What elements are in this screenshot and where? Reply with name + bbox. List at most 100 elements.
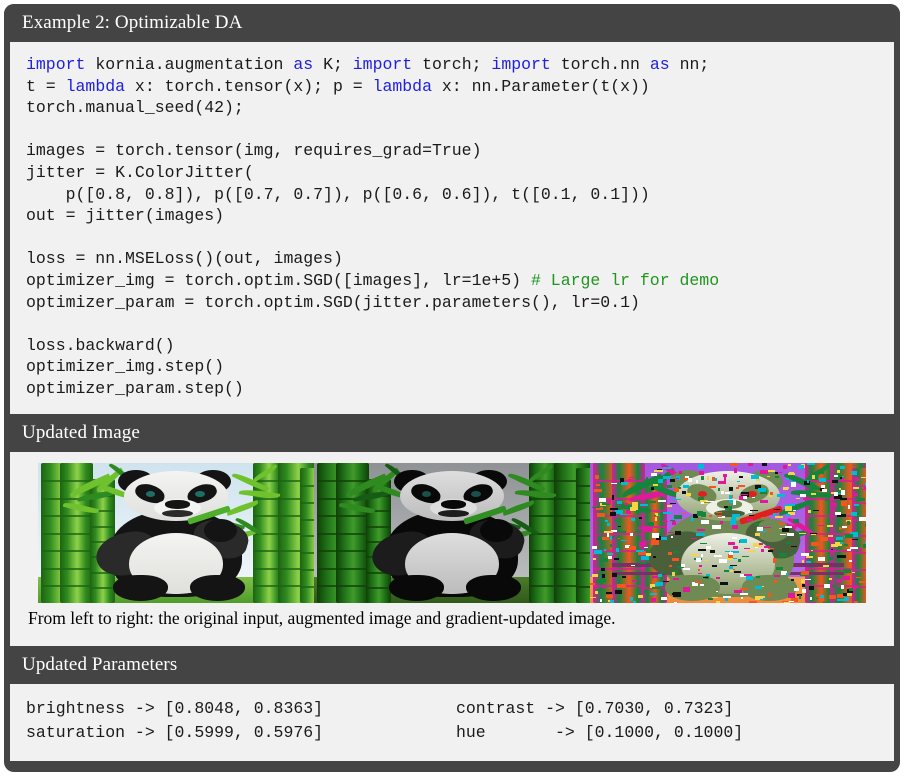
code-text: out = jitter(images) (26, 206, 225, 226)
code-text: x: nn.Parameter(t(x)) (432, 76, 650, 96)
bamboo-node (612, 550, 646, 552)
code-text: loss = nn.MSELoss()(out, images) (26, 249, 343, 269)
panda-paw-right (755, 518, 789, 543)
bamboo-node (90, 525, 116, 528)
params-panel: brightness -> [0.8048, 0.8363] saturation… (10, 683, 894, 761)
bamboo-node (60, 532, 94, 535)
code-text: nn; (669, 55, 710, 74)
panda-scene-augmented (314, 462, 590, 603)
bamboo-node (852, 484, 866, 487)
panda-paw-right (479, 518, 513, 543)
code-keyword: as (649, 55, 670, 74)
bamboo-node (576, 568, 590, 571)
code-text: x: torch.tensor(x); p = (125, 76, 373, 96)
params-column-left: brightness -> [0.8048, 0.8363] saturation… (26, 697, 456, 745)
panda-mouth (162, 510, 193, 518)
bamboo-node (852, 552, 866, 555)
panda-mouth (714, 510, 745, 518)
section-header-updated-parameters: Updated Parameters (4, 645, 900, 684)
bamboo-node (60, 585, 94, 587)
bamboo-node (336, 567, 370, 570)
code-panel: import kornia.augmentation as K; import … (10, 42, 894, 414)
panda-leg-right (189, 574, 245, 602)
bamboo-node (576, 535, 590, 538)
panda-paw-right (203, 518, 237, 543)
code-text: K; (313, 55, 353, 74)
code-text: torch.nn (550, 55, 650, 74)
bamboo-node (612, 532, 646, 535)
code-text: optimizer_param.step() (26, 378, 244, 398)
bamboo-node (642, 525, 668, 528)
section-header-example: Example 2: Optimizable DA (4, 4, 900, 42)
image-panel: From left to right: the original input, … (10, 451, 894, 646)
bamboo-node (576, 552, 590, 555)
bamboo-node (366, 525, 392, 528)
bamboo-node (300, 552, 314, 555)
bamboo-node (300, 518, 314, 521)
code-text: loss.backward() (26, 335, 175, 355)
code-text: torch; (412, 55, 492, 74)
bamboo-node (336, 585, 370, 587)
param-row-left: brightness -> [0.8048, 0.8363] (26, 698, 324, 718)
code-keyword: import (352, 55, 413, 74)
panda-nose (164, 500, 190, 509)
bamboo-node (300, 535, 314, 538)
code-block: import kornia.augmentation as K; import … (10, 54, 894, 400)
param-row-right: contrast -> [0.7030, 0.7323] (456, 698, 734, 718)
bamboo-stalk (852, 468, 866, 603)
bamboo-node (300, 501, 314, 504)
bamboo-node (60, 567, 94, 570)
code-keyword: import (491, 55, 551, 74)
param-row-right: hue -> [0.1000, 0.1000] (456, 722, 744, 742)
panda-eye-right (195, 490, 205, 497)
bamboo-node (60, 550, 94, 552)
bamboo-node (576, 484, 590, 487)
code-text: jitter = K.ColorJitter( (26, 162, 254, 182)
bamboo-node (852, 585, 866, 588)
code-keyword: lambda (65, 76, 126, 96)
thumbnail-augmented-image (314, 462, 590, 603)
bamboo-node (576, 585, 590, 588)
code-keyword: as (293, 55, 314, 74)
panda-leg-right (465, 574, 521, 602)
panda-leg-left (388, 574, 444, 602)
panda-mouth (438, 510, 469, 518)
image-caption: From left to right: the original input, … (28, 607, 616, 628)
bamboo-node (366, 587, 392, 590)
panda-leg-left (112, 574, 168, 602)
bamboo-node (300, 484, 314, 487)
bamboo-node (576, 518, 590, 521)
thumbnail-original-input (38, 462, 314, 603)
panda-eye-left (697, 490, 708, 497)
bamboo-node (576, 501, 590, 504)
bamboo-node (300, 568, 314, 571)
code-comment: # Large lr for demo (530, 270, 720, 290)
code-text: kornia.augmentation (85, 55, 294, 74)
params-grid: brightness -> [0.8048, 0.8363] saturation… (10, 697, 894, 745)
bamboo-node (852, 518, 866, 521)
bamboo-node (852, 535, 866, 538)
params-column-right: contrast -> [0.7030, 0.7323] hue -> [0.10… (456, 697, 836, 745)
bamboo-node (336, 550, 370, 552)
section-header-updated-image: Updated Image (4, 413, 900, 452)
param-row-left: saturation -> [0.5999, 0.5976] (26, 722, 324, 742)
figure-frame: Example 2: Optimizable DA import kornia.… (4, 4, 900, 772)
panda-leg-right (741, 574, 797, 602)
bamboo-node (852, 501, 866, 504)
bamboo-node (300, 585, 314, 588)
bamboo-node (642, 587, 668, 590)
bamboo-stalk (300, 468, 314, 603)
panda-eye-left (421, 490, 432, 497)
code-text: t = (26, 76, 66, 96)
code-text: optimizer_param = torch.optim.SGD(jitter… (26, 292, 640, 312)
code-text: optimizer_img = torch.optim.SGD([images]… (26, 270, 531, 290)
code-keyword: lambda (372, 76, 432, 96)
bamboo-stalk (576, 468, 590, 603)
bamboo-node (336, 515, 370, 517)
thumbnail-gradient-updated-image (590, 462, 866, 603)
bamboo-node (612, 515, 646, 517)
panda-eye-left (145, 490, 156, 497)
bamboo-node (612, 585, 646, 587)
code-text: torch.manual_seed(42); (26, 98, 244, 118)
panda-eye-right (747, 490, 757, 497)
